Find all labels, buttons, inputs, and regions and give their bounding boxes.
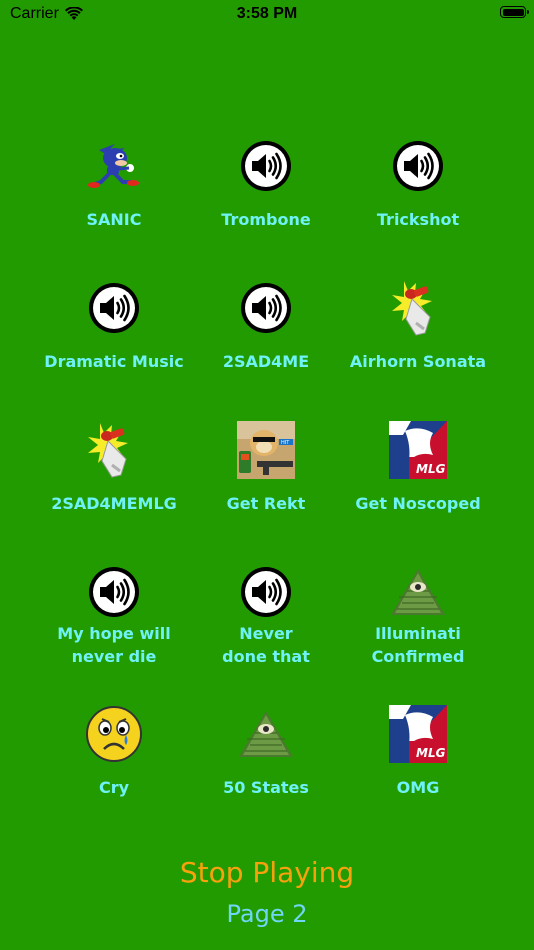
- sound-label: 2SAD4MEMLG: [51, 494, 177, 513]
- sound-label: 2SAD4ME: [222, 352, 310, 371]
- stop-playing-button[interactable]: Stop Playing: [0, 856, 534, 889]
- illuminati-icon: [388, 562, 448, 622]
- sound-label: Trombone: [221, 210, 311, 229]
- sound-grid: SANIC Trombone Trickshot Dramatic Music …: [0, 0, 534, 950]
- airhorn-icon: [84, 420, 144, 480]
- sound-label: Never done that: [222, 624, 310, 666]
- sound-button[interactable]: Airhorn Sonata: [342, 278, 494, 398]
- speaker-icon: [236, 562, 296, 622]
- sound-button[interactable]: MLG Get Noscoped: [342, 420, 494, 540]
- sound-label: My hope will never die: [57, 624, 171, 666]
- mlg-logo-text: MLG: [416, 462, 446, 476]
- sound-label: Illuminati Confirmed: [371, 624, 465, 666]
- sound-button[interactable]: Dramatic Music: [38, 278, 190, 398]
- sound-label: Get Noscoped: [355, 494, 481, 513]
- sound-button[interactable]: HIT Get Rekt: [190, 420, 342, 540]
- sound-button[interactable]: Trickshot: [342, 136, 494, 256]
- mlg-logo-text: MLG: [416, 746, 446, 760]
- illuminati-icon: [236, 704, 296, 764]
- sound-label: Trickshot: [376, 210, 460, 229]
- speaker-icon: [84, 562, 144, 622]
- sanic-icon: [84, 136, 144, 196]
- sound-button[interactable]: Cry: [38, 704, 190, 824]
- sound-label: 50 States: [223, 778, 309, 797]
- sound-label: Airhorn Sonata: [349, 352, 487, 371]
- doge-icon: HIT: [236, 420, 296, 480]
- sound-label: SANIC: [86, 210, 142, 229]
- sound-button[interactable]: Illuminati Confirmed: [342, 562, 494, 682]
- airhorn-icon: [388, 278, 448, 338]
- mlg-icon: MLG: [388, 420, 448, 480]
- crying-face-icon: [84, 704, 144, 764]
- speaker-icon: [84, 278, 144, 338]
- sound-button[interactable]: MLG OMG: [342, 704, 494, 824]
- sound-button[interactable]: Never done that: [190, 562, 342, 682]
- sound-button[interactable]: My hope will never die: [38, 562, 190, 682]
- sound-button[interactable]: 50 States: [190, 704, 342, 824]
- sound-button[interactable]: SANIC: [38, 136, 190, 256]
- sound-button[interactable]: 2SAD4ME: [190, 278, 342, 398]
- speaker-icon: [388, 136, 448, 196]
- page-2-button[interactable]: Page 2: [0, 900, 534, 928]
- sound-button[interactable]: Trombone: [190, 136, 342, 256]
- sound-label: OMG: [396, 778, 440, 797]
- sound-label: Dramatic Music: [44, 352, 184, 371]
- mlg-icon: MLG: [388, 704, 448, 764]
- sound-button[interactable]: 2SAD4MEMLG: [38, 420, 190, 540]
- speaker-icon: [236, 278, 296, 338]
- sound-label: Cry: [98, 778, 130, 797]
- sound-label: Get Rekt: [226, 494, 306, 513]
- svg-text:HIT: HIT: [281, 440, 290, 446]
- speaker-icon: [236, 136, 296, 196]
